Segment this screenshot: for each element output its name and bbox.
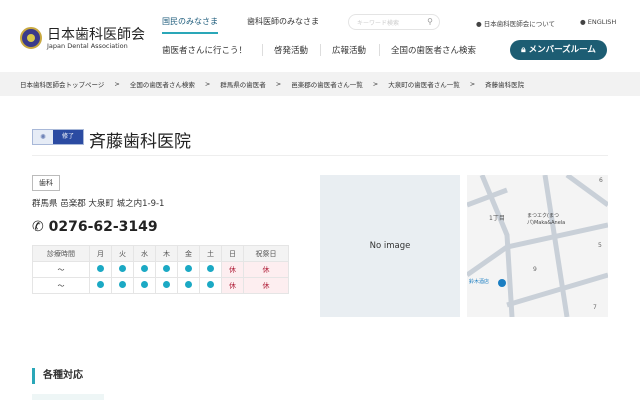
crumb-town[interactable]: 大泉町の歯医者さん一覧 bbox=[388, 79, 460, 89]
map-label: 6 bbox=[599, 177, 603, 184]
open-dot-icon bbox=[199, 277, 222, 294]
map-roads: 1丁目 まつエク(まつ パ)Maka&Anela 鈴木酒店 9 5 6 7 bbox=[467, 175, 608, 317]
map-label: まつエク(まつ bbox=[527, 213, 559, 219]
map-label: 9 bbox=[533, 266, 537, 273]
member-label: メンバーズルーム bbox=[528, 45, 596, 55]
header-day: 火 bbox=[111, 245, 134, 262]
phone-icon: ✆ bbox=[32, 219, 44, 235]
table-row: 〜 休 休 bbox=[32, 277, 289, 294]
nav-visit[interactable]: 歯医者さんに行こう！ bbox=[162, 44, 247, 56]
about-label: 日本歯科医師会について bbox=[483, 20, 556, 28]
open-dot-icon bbox=[177, 261, 200, 278]
address: 群馬県 邑楽郡 大泉町 城之内1-9-1 bbox=[32, 199, 165, 209]
map-pin-icon[interactable] bbox=[498, 279, 506, 287]
time-cell: 〜 bbox=[32, 261, 90, 278]
map-label: 鈴木酒店 bbox=[469, 278, 489, 285]
closed-cell: 休 bbox=[221, 261, 244, 278]
page-title: 斉藤歯科医院 bbox=[89, 132, 191, 152]
search-icon[interactable]: ⚲ bbox=[427, 17, 433, 26]
header-day: 水 bbox=[133, 245, 156, 262]
divider bbox=[32, 155, 608, 156]
lock-icon: 🔒︎ bbox=[521, 45, 526, 55]
english-label: ENGLISH bbox=[587, 18, 617, 26]
open-dot-icon bbox=[155, 261, 178, 278]
open-dot-icon bbox=[111, 261, 134, 278]
phone[interactable]: ✆ 0276-62-3149 bbox=[32, 219, 158, 235]
map-label: 5 bbox=[598, 242, 602, 249]
closed-cell: 休 bbox=[243, 261, 289, 278]
map-label: 7 bbox=[593, 304, 597, 311]
header-day: 木 bbox=[155, 245, 178, 262]
schedule-table: 診療時間 月 火 水 木 金 土 日 祝祭日 〜 休 休 〜 休 休 bbox=[32, 245, 289, 294]
section-content bbox=[32, 394, 104, 400]
crumb-prefecture[interactable]: 群馬県の歯医者 bbox=[220, 79, 266, 89]
crumb-top[interactable]: 日本歯科医師会トップページ bbox=[20, 79, 104, 89]
crumb-sep: > bbox=[204, 80, 211, 88]
crumb-sep: > bbox=[114, 80, 120, 88]
header-day: 日 bbox=[221, 245, 244, 262]
header-day: 金 bbox=[177, 245, 200, 262]
crumb-sep: > bbox=[372, 80, 379, 88]
divider bbox=[262, 44, 263, 56]
crumb-current: 斉藤歯科医院 bbox=[485, 81, 525, 89]
header-hours: 診療時間 bbox=[32, 245, 90, 262]
nav-awareness[interactable]: 啓発活動 bbox=[274, 44, 308, 56]
map-label: パ)Maka&Anela bbox=[527, 220, 565, 226]
phone-number: 0276-62-3149 bbox=[48, 219, 158, 235]
logo-subtext: Japan Dental Association bbox=[47, 42, 128, 50]
open-dot-icon bbox=[89, 261, 112, 278]
category-tag: 歯科 bbox=[32, 175, 60, 191]
open-dot-icon bbox=[155, 277, 178, 294]
nav-dentists[interactable]: 歯科医師のみなさま bbox=[247, 16, 319, 27]
badge-label: 修了 bbox=[53, 130, 83, 144]
divider bbox=[379, 44, 380, 56]
certification-badge: ✺ 修了 bbox=[32, 129, 84, 145]
time-cell: 〜 bbox=[32, 277, 90, 294]
crumb-county[interactable]: 邑楽郡の歯医者さん一覧 bbox=[291, 79, 363, 89]
crumb-sep: > bbox=[275, 80, 282, 88]
search-input[interactable]: キーワード検索 ⚲ bbox=[348, 14, 440, 30]
logo-emblem-icon[interactable] bbox=[20, 27, 42, 49]
map-label: 1丁目 bbox=[489, 215, 505, 222]
breadcrumb: 日本歯科医師会トップページ > 全国の歯医者さん検索 > 群馬県の歯医者 > 邑楽郡の… bbox=[0, 72, 640, 96]
header-day: 土 bbox=[199, 245, 222, 262]
section-title: 各種対応 bbox=[32, 368, 83, 384]
badge-emblem-icon: ✺ bbox=[33, 130, 53, 144]
open-dot-icon bbox=[177, 277, 200, 294]
map[interactable]: 1丁目 まつエク(まつ パ)Maka&Anela 鈴木酒店 9 5 6 7 bbox=[467, 175, 608, 317]
member-room-button[interactable]: 🔒︎ メンバーズルーム bbox=[510, 40, 607, 60]
clinic-image-placeholder: No image bbox=[320, 175, 460, 317]
table-row: 〜 休 休 bbox=[32, 261, 289, 278]
nav-search[interactable]: 全国の歯医者さん検索 bbox=[391, 44, 476, 56]
closed-cell: 休 bbox=[243, 277, 289, 294]
closed-cell: 休 bbox=[221, 277, 244, 294]
header-day: 月 bbox=[89, 245, 112, 262]
header-holiday: 祝祭日 bbox=[243, 245, 289, 262]
crumb-sep: > bbox=[469, 80, 476, 88]
open-dot-icon bbox=[199, 261, 222, 278]
nav-pr[interactable]: 広報活動 bbox=[332, 44, 366, 56]
link-about[interactable]: ● 日本歯科医師会について bbox=[476, 18, 555, 28]
nav-citizens[interactable]: 国民のみなさま bbox=[162, 16, 218, 34]
search-placeholder: キーワード検索 bbox=[357, 20, 400, 27]
crumb-search[interactable]: 全国の歯医者さん検索 bbox=[130, 79, 195, 89]
open-dot-icon bbox=[133, 277, 156, 294]
open-dot-icon bbox=[89, 277, 112, 294]
logo-text[interactable]: 日本歯科医師会 bbox=[47, 24, 145, 44]
link-english[interactable]: ● ENGLISH bbox=[580, 18, 616, 26]
open-dot-icon bbox=[133, 261, 156, 278]
open-dot-icon bbox=[111, 277, 134, 294]
divider bbox=[320, 44, 321, 56]
